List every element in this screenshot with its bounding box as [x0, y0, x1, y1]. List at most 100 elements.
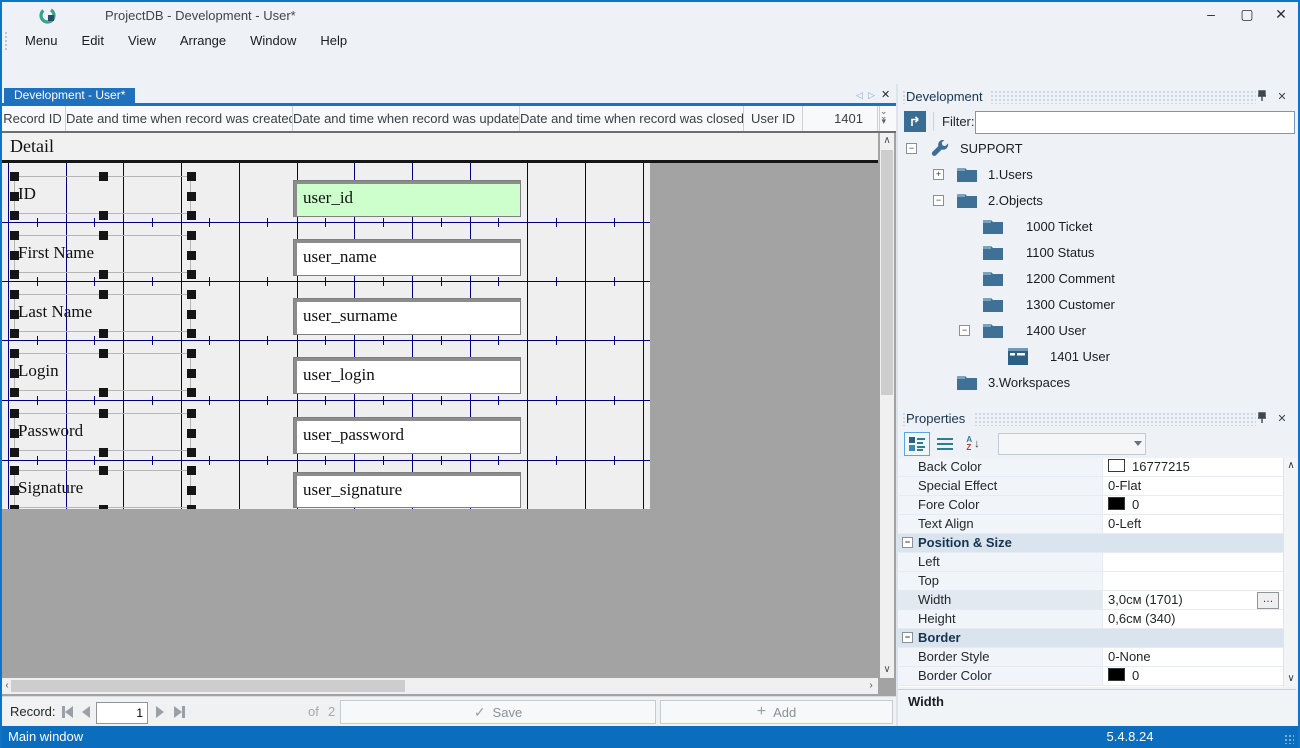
property-selector-combobox[interactable] [998, 433, 1146, 455]
selection-handle[interactable] [10, 409, 19, 418]
designer-vertical-scrollbar[interactable]: ∧ ∨ [880, 133, 894, 678]
selection-handle[interactable] [187, 466, 196, 475]
tree-expander-minus[interactable]: − [933, 195, 944, 206]
detail-band-header[interactable]: Detail [2, 133, 878, 160]
tree-item-2-objects[interactable]: −2.Objects [898, 188, 1296, 214]
selection-handle[interactable] [187, 429, 196, 438]
property-value[interactable]: 0-Left [1102, 515, 1283, 533]
property-value[interactable]: 0 [1102, 667, 1283, 685]
selection-handle[interactable] [187, 486, 196, 495]
selection-handle[interactable] [99, 172, 108, 181]
selection-handle[interactable] [99, 388, 108, 397]
header-overflow-icon[interactable]: ⌄⌄▾ [880, 109, 888, 124]
property-row-border[interactable]: Border− [898, 629, 1283, 648]
property-row-top[interactable]: Top [898, 572, 1283, 591]
design-surface[interactable]: ID user_id First Name user_name Last Name use… [2, 163, 650, 509]
property-row-special-effect[interactable]: Special Effect0-Flat [898, 477, 1283, 496]
selection-handle[interactable] [99, 270, 108, 279]
menu-item-menu[interactable]: Menu [13, 30, 70, 52]
property-value[interactable] [1102, 553, 1283, 571]
selection-handle[interactable] [10, 192, 19, 201]
tree-item-support[interactable]: −SUPPORT [898, 136, 1296, 162]
pin-icon[interactable] [1254, 90, 1270, 106]
selection-handle[interactable] [187, 290, 196, 299]
column-header-6[interactable]: 1401 [803, 106, 878, 131]
field-user_password[interactable]: user_password [293, 417, 521, 454]
selection-handle[interactable] [99, 211, 108, 220]
property-value[interactable]: 0-None [1102, 648, 1283, 666]
tree-expander-plus[interactable]: + [933, 169, 944, 180]
selection-handle[interactable] [10, 211, 19, 220]
category-expander[interactable]: − [902, 632, 913, 643]
property-row-left[interactable]: Left [898, 553, 1283, 572]
property-value[interactable] [1102, 572, 1283, 590]
selection-handle[interactable] [10, 231, 19, 240]
previous-record-button[interactable] [82, 705, 90, 719]
dock-splitter[interactable] [896, 84, 898, 726]
field-user_id[interactable]: user_id [293, 180, 521, 217]
property-row-height[interactable]: Height0,6см (340) [898, 610, 1283, 629]
tree-expander-minus[interactable]: − [906, 143, 917, 154]
field-label-user_signature[interactable]: Signature [14, 470, 191, 508]
menu-item-view[interactable]: View [116, 30, 168, 52]
tab-development-user[interactable]: Development - User* [4, 88, 135, 103]
property-row-width[interactable]: Width3,0см (1701)… [898, 591, 1283, 610]
menu-item-help[interactable]: Help [308, 30, 359, 52]
selection-handle[interactable] [99, 290, 108, 299]
selection-handle[interactable] [187, 448, 196, 457]
selection-handle[interactable] [10, 466, 19, 475]
close-button[interactable]: ✕ [1264, 0, 1298, 28]
tab-scroll-right-icon[interactable]: ▷ [868, 90, 875, 101]
selection-handle[interactable] [10, 388, 19, 397]
property-value[interactable]: 0,6см (340) [1102, 610, 1283, 628]
selection-handle[interactable] [99, 448, 108, 457]
selection-handle[interactable] [10, 349, 19, 358]
field-label-user_name[interactable]: First Name [14, 235, 191, 273]
pin-icon[interactable] [1254, 412, 1270, 428]
selection-handle[interactable] [99, 466, 108, 475]
ellipsis-button[interactable]: … [1257, 592, 1279, 609]
property-row-border-style[interactable]: Border Style0-None [898, 648, 1283, 667]
property-row-back-color[interactable]: Back Color16777215 [898, 458, 1283, 477]
field-label-user_surname[interactable]: Last Name [14, 294, 191, 332]
property-value[interactable]: 16777215 [1102, 458, 1283, 476]
selection-handle[interactable] [10, 270, 19, 279]
tree-expander-minus[interactable]: − [959, 325, 970, 336]
selection-handle[interactable] [10, 329, 19, 338]
selection-handle[interactable] [187, 369, 196, 378]
selection-handle[interactable] [187, 172, 196, 181]
selection-handle[interactable] [187, 270, 196, 279]
close-panel-icon[interactable]: ✕ [1274, 90, 1290, 106]
navigate-button[interactable] [904, 111, 926, 132]
tree-item-1000-ticket[interactable]: 1000 Ticket [898, 214, 1296, 240]
column-header-3[interactable]: Date and time when record was updated [293, 106, 520, 131]
propgrid-scrollbar[interactable]: ∧ ∨ [1283, 458, 1298, 687]
selection-handle[interactable] [187, 251, 196, 260]
property-value[interactable]: 3,0см (1701) [1102, 591, 1283, 609]
selection-handle[interactable] [10, 486, 19, 495]
maximize-button[interactable]: ▢ [1230, 0, 1264, 28]
tree-item-1400-user[interactable]: −1400 User [898, 318, 1296, 344]
tree-item-3-workspaces[interactable]: 3.Workspaces [898, 370, 1296, 396]
scrollbar-thumb[interactable] [881, 150, 893, 395]
tree-item-1100-status[interactable]: 1100 Status [898, 240, 1296, 266]
tree-item-1-users[interactable]: +1.Users [898, 162, 1296, 188]
menu-item-window[interactable]: Window [238, 30, 308, 52]
record-number-input[interactable] [96, 702, 148, 724]
field-user_name[interactable]: user_name [293, 239, 521, 276]
selection-handle[interactable] [187, 409, 196, 418]
scroll-up-icon[interactable]: ∧ [1284, 460, 1298, 472]
selection-handle[interactable] [10, 310, 19, 319]
selection-handle[interactable] [99, 349, 108, 358]
scroll-right-icon[interactable]: › [864, 680, 878, 692]
column-header-2[interactable]: Date and time when record was created [66, 106, 293, 131]
add-record-button[interactable]: + Add [660, 700, 893, 724]
field-label-user_id[interactable]: ID [14, 176, 191, 214]
minimize-button[interactable]: – [1194, 0, 1228, 28]
field-user_login[interactable]: user_login [293, 357, 521, 394]
selection-handle[interactable] [10, 369, 19, 378]
alphabetical-view-button[interactable] [932, 432, 958, 456]
selection-handle[interactable] [187, 349, 196, 358]
selection-handle[interactable] [187, 310, 196, 319]
property-value[interactable]: 0 [1102, 496, 1283, 514]
